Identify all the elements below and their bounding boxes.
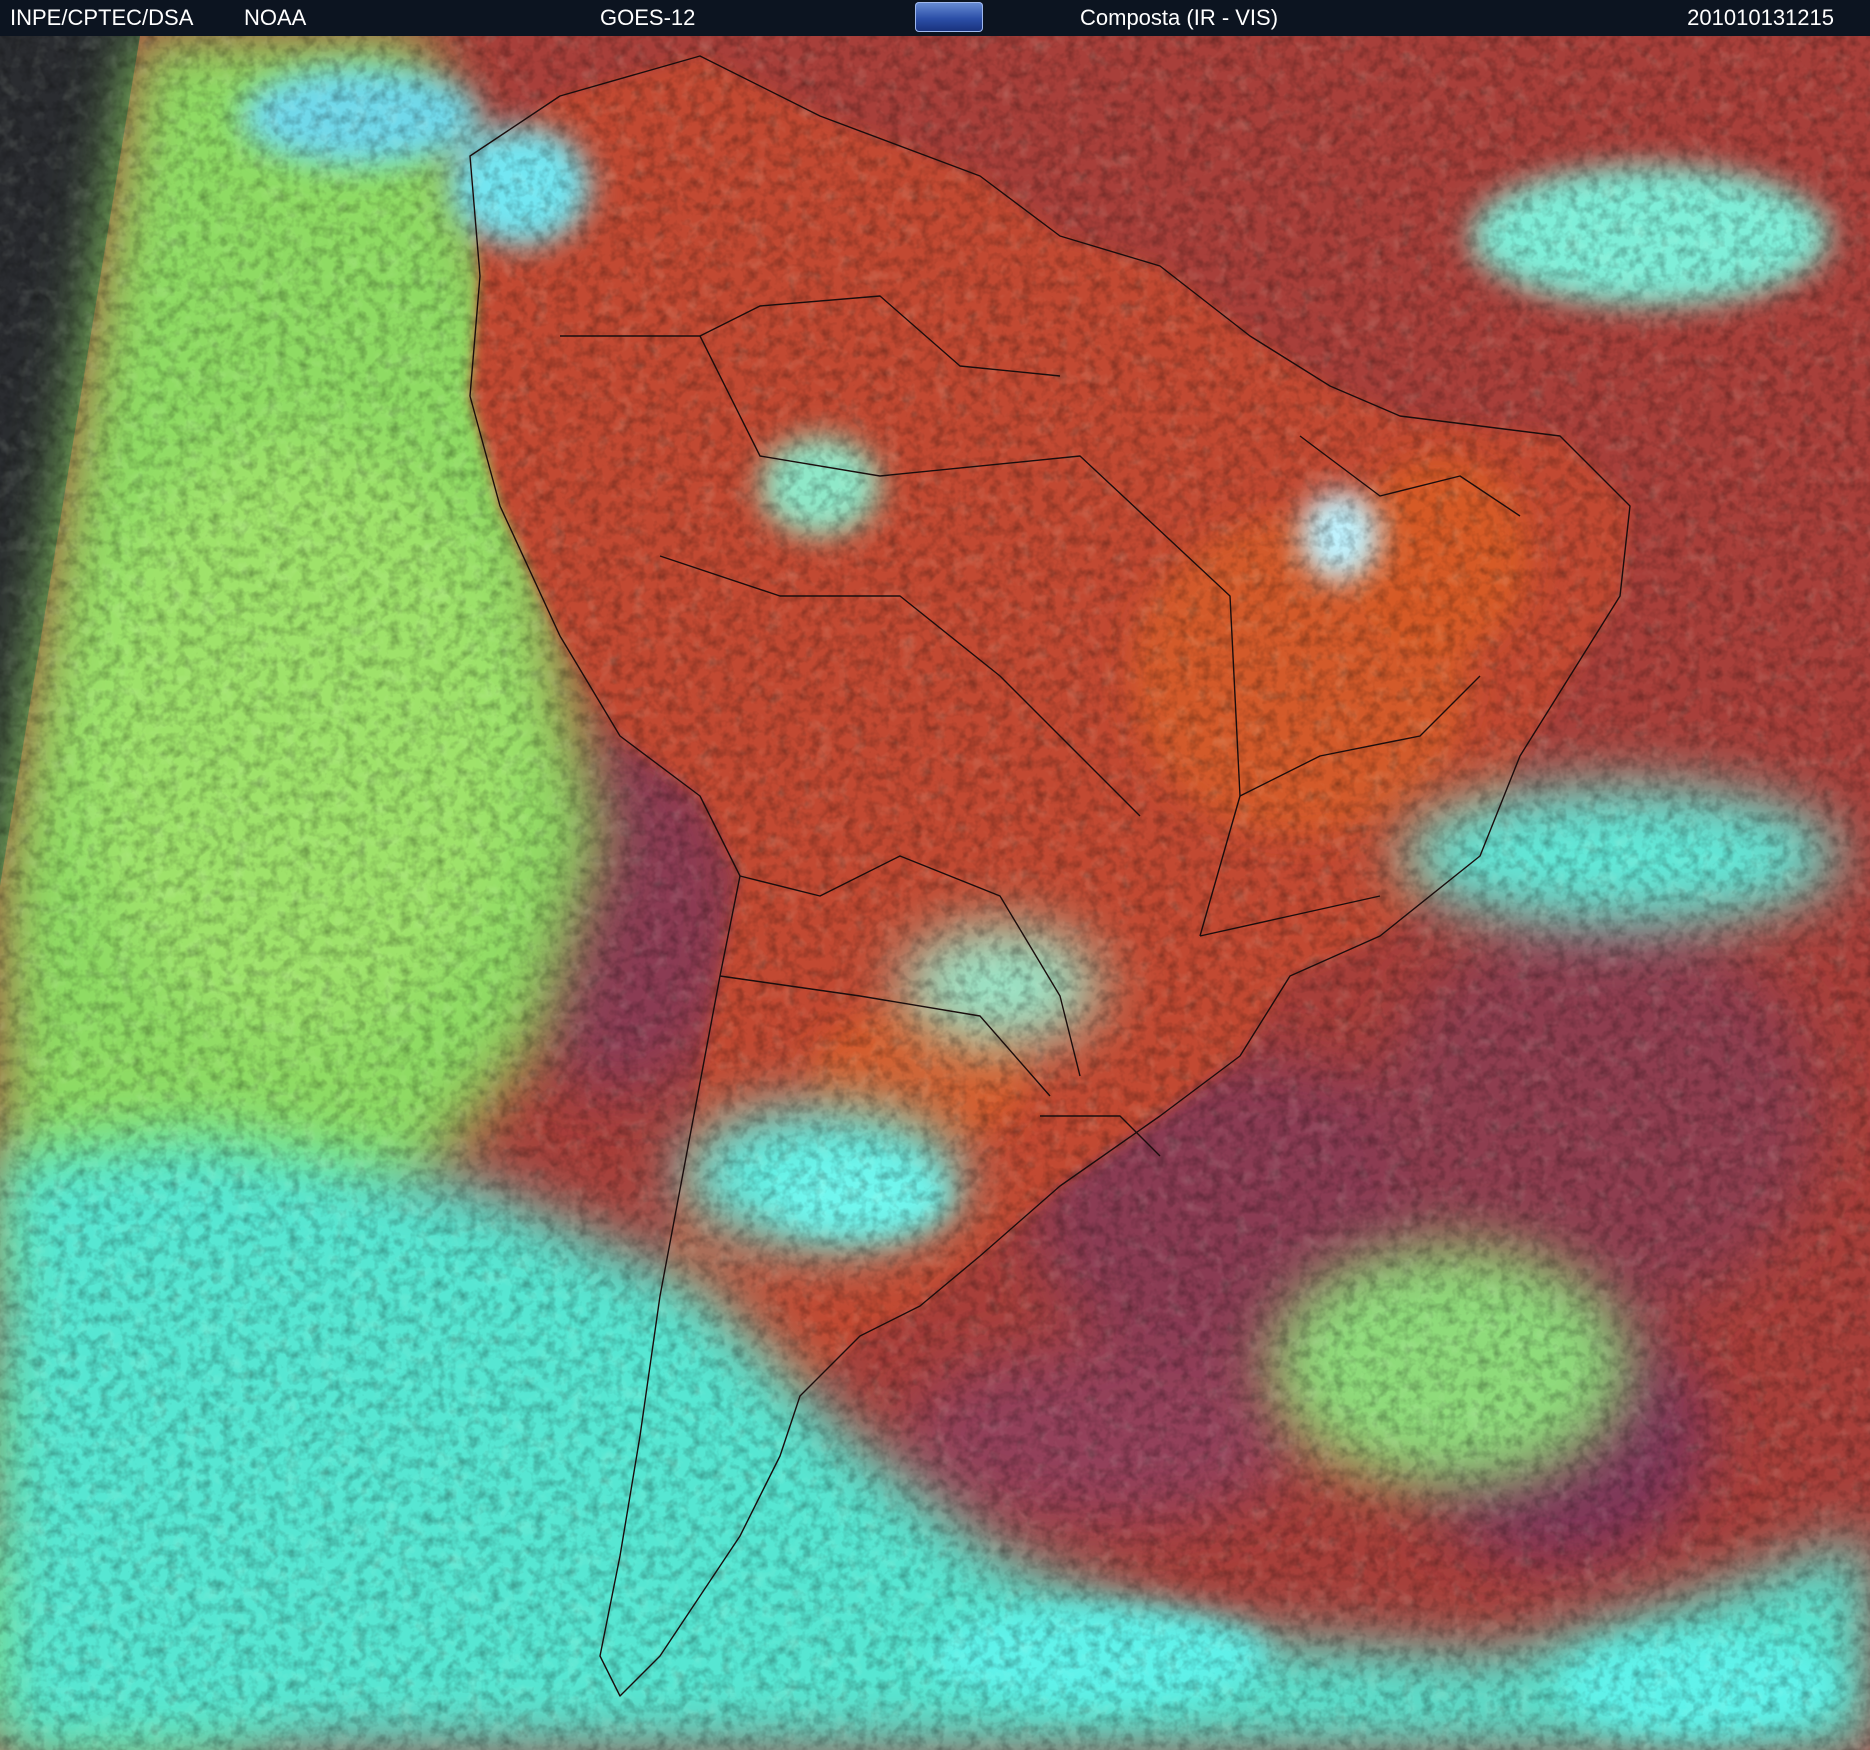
satellite-label: GOES-12 [600, 5, 696, 30]
agency-label: NOAA [244, 5, 307, 30]
composite-imagery [0, 36, 1870, 1750]
imagery-canvas [0, 36, 1870, 1750]
cptec-logo [915, 2, 983, 32]
satellite-image-frame: INPE/CPTEC/DSA NOAA GOES-12 Composta (IR… [0, 0, 1870, 1750]
timestamp-label: 201010131215 [1687, 5, 1834, 30]
texture-light [0, 36, 1870, 1750]
product-label: Composta (IR - VIS) [1080, 5, 1279, 30]
institution-label: INPE/CPTEC/DSA [10, 5, 194, 30]
image-header-bar: INPE/CPTEC/DSA NOAA GOES-12 Composta (IR… [0, 0, 1870, 36]
